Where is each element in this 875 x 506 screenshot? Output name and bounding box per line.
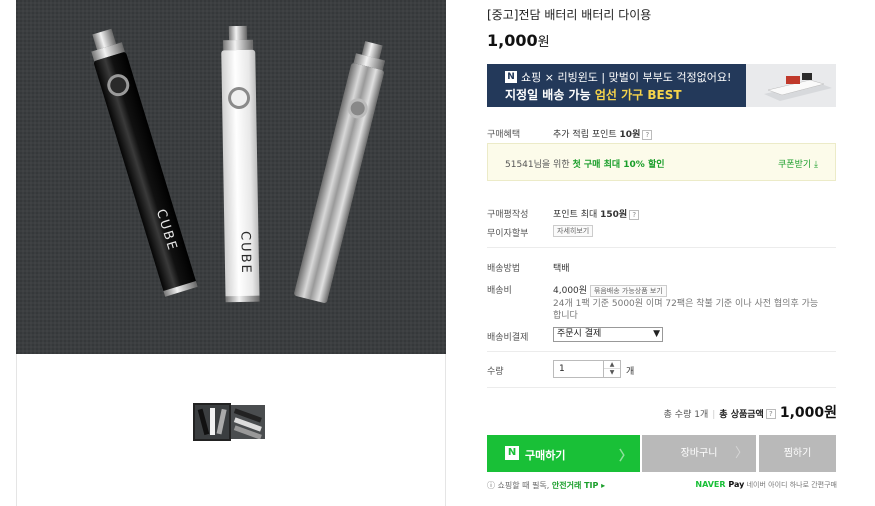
- product-main-image: CUBE CUBE: [16, 0, 446, 354]
- furniture-illustration-icon: [746, 64, 836, 107]
- total-help-icon[interactable]: ?: [765, 409, 776, 419]
- coupon-box: 51541님을 위한 첫 구매 최대 10% 할인 쿠폰받기 ⤓: [487, 143, 836, 181]
- shipping-payment-selected: 주문시 결제: [557, 329, 602, 339]
- quantity-label: 수량: [487, 367, 504, 377]
- bundle-shipping-button[interactable]: 묶음배송 가능상품 보기: [589, 284, 667, 297]
- thumbnail-2[interactable]: [231, 405, 265, 439]
- benefit-points: 10원: [619, 130, 641, 140]
- naverpay-brand-pay: Pay: [725, 480, 745, 489]
- naverpay-notice: NAVER Pay 네이버 아이디 하나로 간편구매: [695, 480, 837, 490]
- naverpay-text: 네이버 아이디 하나로 간편구매: [744, 481, 837, 489]
- quantity-stepper: 1 ▲ ▼: [553, 360, 621, 378]
- coupon-prefix: 51541님을 위한: [505, 160, 573, 170]
- benefit-text: 추가 적립 포인트: [553, 130, 620, 140]
- review-text: 포인트 최대: [553, 210, 601, 220]
- naver-n-icon: N: [505, 446, 519, 460]
- shipping-note-2: 합니다: [553, 311, 578, 321]
- promo-banner[interactable]: N 쇼핑 × 리빙윈도 | 맞벌이 부부도 걱정없어요! 지정일 배송 가능 엄…: [487, 64, 836, 107]
- total-count: 총 수량 1개: [663, 410, 709, 420]
- coupon-get-button[interactable]: 쿠폰받기 ⤓: [778, 157, 818, 170]
- naver-n-icon: N: [505, 71, 517, 83]
- thumbnail-strip: [193, 403, 265, 441]
- chevron-down-icon: ▼: [653, 329, 660, 339]
- product-price: 1,000원: [487, 31, 550, 50]
- thumbnail-1[interactable]: [193, 403, 231, 441]
- banner-line-2: 지정일 배송 가능 엄선 가구 BEST: [505, 86, 682, 103]
- divider: [487, 351, 836, 352]
- banner-highlight: 엄선 가구 BEST: [594, 88, 682, 102]
- review-help-icon[interactable]: ?: [629, 209, 640, 220]
- benefit-label: 구매혜택: [487, 130, 521, 140]
- quantity-input[interactable]: 1: [554, 361, 604, 377]
- installment-detail-button[interactable]: 자세히보기: [553, 225, 594, 237]
- quantity-up-icon[interactable]: ▲: [604, 361, 620, 369]
- benefit-value: 추가 적립 포인트 10원?: [553, 127, 653, 140]
- cart-button[interactable]: 장바구니 〉: [642, 435, 756, 472]
- buy-button[interactable]: N 구매하기 〉: [487, 435, 640, 472]
- divider: [487, 247, 836, 248]
- chevron-right-icon: 〉: [618, 449, 632, 464]
- white-battery: CUBE: [221, 25, 260, 303]
- benefit-help-icon[interactable]: ?: [642, 129, 653, 140]
- cart-button-label: 장바구니: [680, 448, 718, 459]
- price-unit: 원: [537, 35, 550, 50]
- shipping-method-label: 배송방법: [487, 264, 521, 274]
- totals-separator: |: [712, 410, 716, 420]
- wish-button-label: 찜하기: [783, 448, 812, 459]
- wish-button[interactable]: 찜하기: [759, 435, 836, 472]
- installment-value: 자세히보기: [553, 225, 594, 237]
- svg-text:CUBE: CUBE: [237, 231, 253, 275]
- buy-button-label: 구매하기: [525, 449, 566, 462]
- product-page: CUBE CUBE [중고]전담 배터리 배터리 다이용 1,000원 N 쇼핑…: [0, 0, 875, 506]
- review-points: 150원: [600, 210, 628, 220]
- shipping-payment-select[interactable]: 주문시 결제 ▼: [553, 327, 663, 342]
- review-label: 구매평작성: [487, 210, 529, 220]
- safety-notice-text: ⓘ 쇼핑할 때 필독,: [487, 481, 552, 490]
- shipping-method-value: 택배: [553, 264, 570, 274]
- total-amount-label: 총 상품금액: [719, 410, 764, 420]
- naverpay-logo: NAVER Pay: [695, 480, 744, 489]
- coupon-highlight: 첫 구매 최대 10% 할인: [572, 160, 665, 170]
- shipping-fee-label: 배송비: [487, 286, 512, 296]
- shipping-fee-amount: 4,000원: [553, 286, 588, 296]
- safety-notice: ⓘ 쇼핑할 때 필독, 안전거래 TIP ▸: [487, 480, 605, 491]
- shipping-fee-value: 4,000원 묶음배송 가능상품 보기: [553, 283, 667, 297]
- total-amount: 1,000원: [779, 405, 837, 421]
- order-totals: 총 수량 1개 | 총 상품금액? 1,000원: [664, 402, 837, 422]
- price-value: 1,000: [487, 31, 538, 50]
- quantity-arrows: ▲ ▼: [603, 361, 620, 377]
- banner-line-2-prefix: 지정일 배송 가능: [505, 88, 595, 102]
- battery-photo: CUBE CUBE: [16, 0, 446, 354]
- naverpay-brand-naver: NAVER: [695, 480, 726, 489]
- installment-label: 무이자할부: [487, 229, 529, 239]
- divider: [487, 387, 836, 388]
- review-value: 포인트 최대 150원?: [553, 207, 640, 220]
- coupon-text: 51541님을 위한 첫 구매 최대 10% 할인: [505, 157, 665, 170]
- shipping-payment-label: 배송비결제: [487, 333, 529, 343]
- quantity-down-icon[interactable]: ▼: [604, 369, 620, 377]
- chevron-right-icon: 〉: [734, 446, 748, 461]
- safety-tip-link[interactable]: 안전거래 TIP ▸: [552, 481, 605, 490]
- shipping-note-1: 24개 1팩 기준 5000원 이며 72팩은 착불 기준 이나 사전 협의후 …: [553, 299, 819, 309]
- product-title: [중고]전담 배터리 배터리 다이용: [487, 8, 652, 22]
- banner-line-1: 쇼핑 × 리빙윈도 | 맞벌이 부부도 걱정없어요!: [521, 71, 732, 84]
- quantity-unit: 개: [626, 367, 635, 377]
